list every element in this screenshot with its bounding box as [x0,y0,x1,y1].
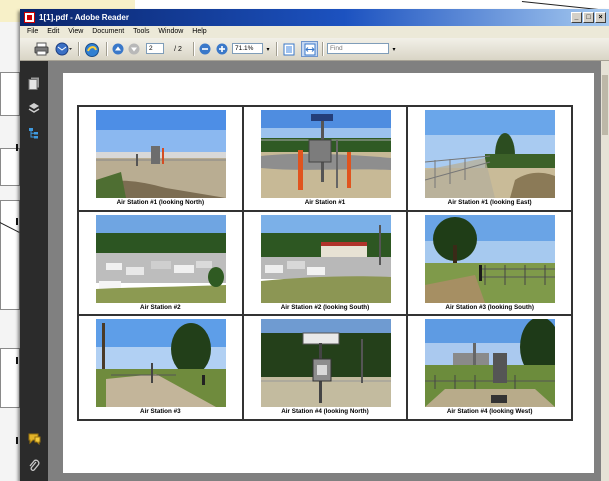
photo-table: Air Station #1 (looking North) Air Stati… [77,105,573,421]
organizer-icon[interactable] [82,41,102,57]
paperclip-icon[interactable] [28,459,40,472]
close-button[interactable]: × [595,12,606,23]
tree-icon[interactable] [28,127,40,139]
zoom-select[interactable]: 71.1% [232,43,263,54]
title-bar: 1[1].pdf - Adobe Reader _ □ × [20,9,609,26]
photo-cell: Air Station #2 (looking South) [242,210,408,316]
photo-cell: Air Station #4 (looking West) [407,315,572,420]
pdf-page: Air Station #1 (looking North) Air Stati… [63,73,594,473]
photo-caption: Air Station #3 [140,408,181,416]
pages-icon[interactable] [28,77,40,90]
photo-air-station-3 [96,319,226,408]
toolbar: 2 / 2 71.1% ▾ Find ▾ [20,38,609,61]
plus-circle-icon[interactable] [215,41,229,57]
arrow-down-icon[interactable] [127,41,141,57]
photo-caption: Air Station #1 (looking North) [116,199,205,206]
minus-circle-icon[interactable] [198,41,212,57]
menu-file[interactable]: File [27,28,38,35]
arrow-up-icon[interactable] [111,41,125,57]
photo-caption: Air Station #3 (looking South) [445,303,534,311]
menu-document[interactable]: Document [92,28,124,35]
printer-icon[interactable] [32,41,50,57]
maximize-button[interactable]: □ [583,12,594,23]
adobe-reader-window: 1[1].pdf - Adobe Reader _ □ × File Edit … [20,9,609,481]
photo-caption: Air Station #2 (looking South) [280,303,370,311]
photo-cell: Air Station #2 [78,210,243,316]
photo-caption: Air Station #4 (looking West) [446,408,533,416]
photo-cell: Air Station #3 [78,315,243,420]
window-title: 1[1].pdf - Adobe Reader [39,13,129,22]
photo-air-station-1 [260,110,391,198]
menu-bar: File Edit View Document Tools Window Hel… [20,26,609,38]
photo-cell: Air Station #4 (looking North) [242,315,408,420]
photo-air-station-4-north [260,319,391,408]
photo-air-station-3-south [425,214,556,303]
menu-view[interactable]: View [68,28,83,35]
find-input[interactable]: Find [327,43,389,54]
scrollbar-thumb[interactable] [602,75,608,135]
photo-cell: Air Station #1 (looking East) [407,106,572,211]
photo-cell: Air Station #1 [242,106,408,211]
page-number-input[interactable]: 2 [146,43,164,54]
vertical-scrollbar[interactable] [601,61,609,481]
chevron-down-icon[interactable]: ▾ [390,41,398,57]
photo-air-station-2 [96,214,226,303]
menu-window[interactable]: Window [158,28,183,35]
photo-air-station-1-east [425,110,556,198]
menu-tools[interactable]: Tools [133,28,149,35]
photo-caption: Air Station #2 [140,303,181,311]
photo-caption: Air Station #4 (looking North) [281,408,369,416]
background-window-fragment [0,22,20,481]
photo-cell: Air Station #1 (looking North) [78,106,243,211]
photo-caption: Air Station #1 (looking East) [447,199,532,206]
photo-air-station-4-west [425,319,556,408]
adobe-reader-icon [24,12,35,23]
comments-icon[interactable] [28,433,41,445]
fit-page-icon[interactable] [281,41,296,57]
menu-edit[interactable]: Edit [47,28,59,35]
layers-icon[interactable] [28,102,40,114]
email-icon[interactable] [54,41,74,57]
photo-cell: Air Station #3 (looking South) [407,210,572,316]
photo-air-station-1-north [96,110,226,198]
menu-help[interactable]: Help [192,28,206,35]
document-area[interactable]: Air Station #1 (looking North) Air Stati… [48,61,609,481]
minimize-button[interactable]: _ [571,12,582,23]
fit-width-icon[interactable] [301,41,318,57]
photo-caption: Air Station #1 [304,199,346,206]
navigation-pane [20,61,48,481]
total-pages-label: / 2 [174,45,182,53]
photo-air-station-2-south [260,214,391,303]
chevron-down-icon[interactable]: ▾ [264,41,272,57]
